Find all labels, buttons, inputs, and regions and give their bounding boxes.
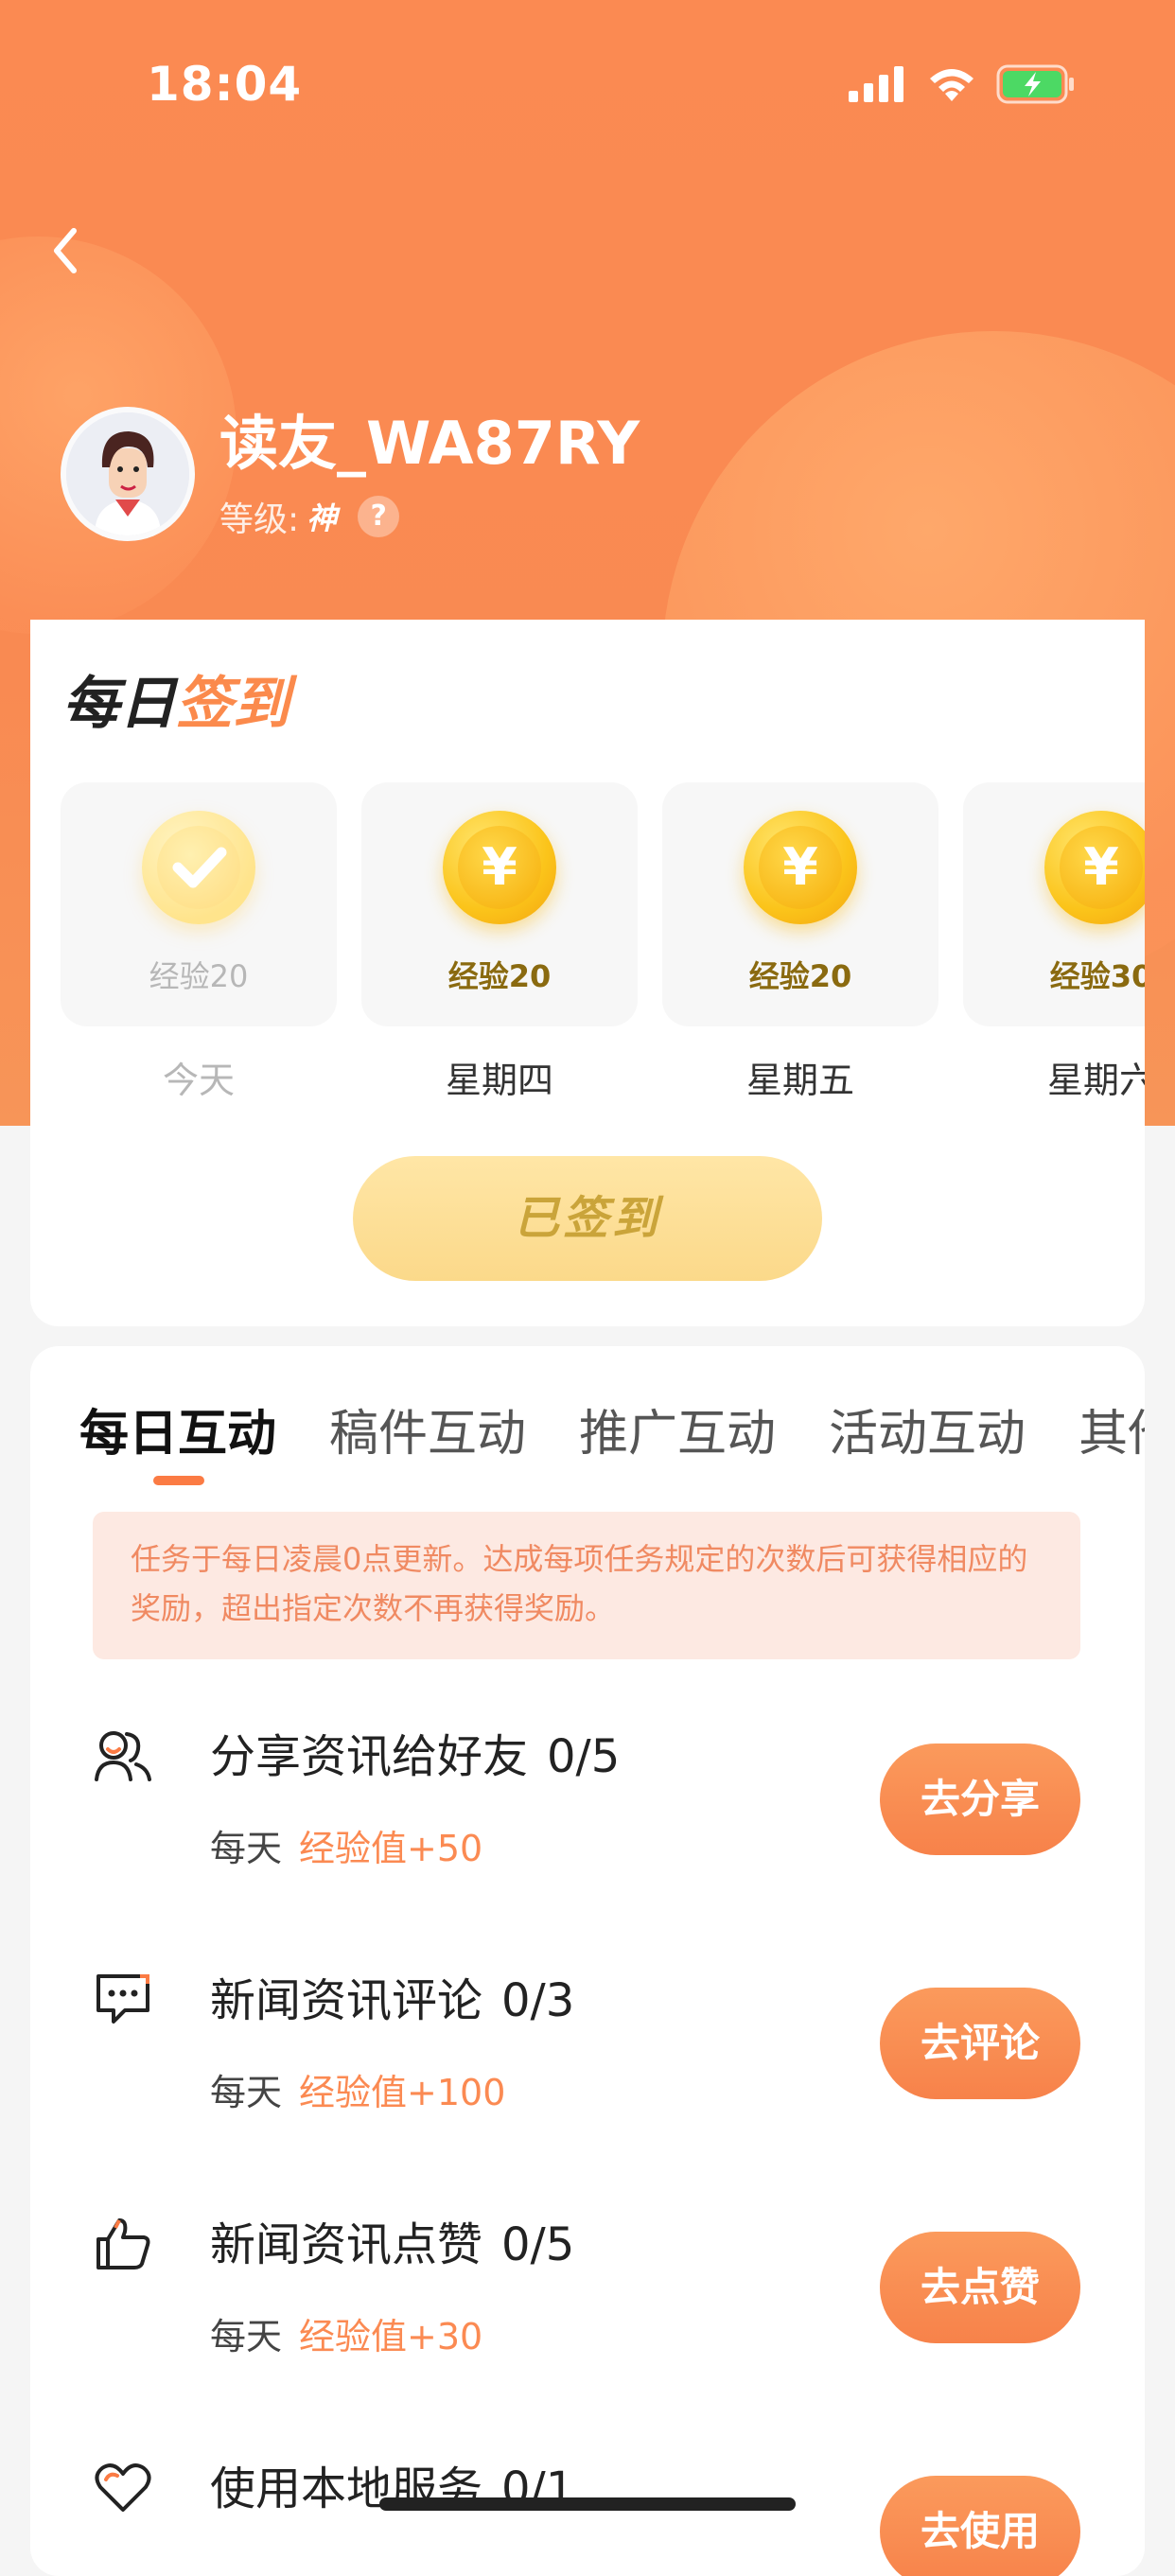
signin-day[interactable]: ¥ 经验20 星期五 <box>662 782 938 1103</box>
task-reward: 经验值+30 <box>299 2316 483 2357</box>
level-value: 神 <box>307 500 338 536</box>
signin-day-exp: 经验20 <box>447 958 552 994</box>
signin-day-label: 今天 <box>162 1060 235 1101</box>
signin-title: 每日签到 <box>62 657 289 740</box>
task-notice: 任务于每日凌晨0点更新。达成每项任务规定的次数后可获得相应的奖励，超出指定次数不… <box>93 1512 1080 1659</box>
tab-article-interaction[interactable]: 稿件互动 <box>329 1393 526 1464</box>
task-tabs: 每日互动 稿件互动 推广互动 活动互动 其他 <box>79 1393 1145 1464</box>
status-bar: 18:04 <box>0 47 1175 123</box>
battery-icon <box>996 64 1074 104</box>
active-tab-indicator <box>153 1476 204 1485</box>
help-icon[interactable]: ? <box>358 496 400 537</box>
signin-day-label: 星期五 <box>745 1060 854 1101</box>
signin-day[interactable]: 经验20 今天 <box>61 782 337 1103</box>
task-title: 分享资讯给好友 <box>210 1730 529 1783</box>
task-count: 0/5 <box>547 1730 621 1783</box>
avatar[interactable] <box>61 407 195 541</box>
task-reward: 经验值+100 <box>299 2072 506 2113</box>
task-period: 每天 <box>210 2316 283 2357</box>
signin-day-box: ¥ 经验20 <box>361 782 638 1026</box>
level-label: 等级: <box>219 500 300 539</box>
status-time: 18:04 <box>147 57 303 112</box>
signin-day-label: 星期六 <box>1046 1060 1145 1101</box>
tab-daily-interaction[interactable]: 每日互动 <box>79 1393 276 1464</box>
checked-coin-icon <box>142 811 255 924</box>
yen-coin-icon: ¥ <box>1044 811 1145 924</box>
comment-button[interactable]: 去评论 <box>880 1988 1080 2099</box>
signin-day[interactable]: ¥ 经验20 星期四 <box>361 782 638 1103</box>
signin-day-exp: 经验20 <box>149 958 249 994</box>
task-reward: 经验值+50 <box>299 1828 483 1869</box>
back-arrow-icon[interactable] <box>38 218 95 284</box>
username: 读友_WA87RY <box>219 409 640 478</box>
task-item: 分享资讯给好友 0/5 每天 经验值+50 去分享 <box>93 1725 1080 1914</box>
daily-signin-card: 每日签到 经验20 今天 ¥ 经验20 星期四 ¥ 经验20 星期五 ¥ 经验3… <box>30 620 1145 1326</box>
signin-day-box: ¥ 经验20 <box>662 782 938 1026</box>
signin-day-exp: 经验20 <box>748 958 852 994</box>
signin-day-exp: 经验30 <box>1049 958 1145 994</box>
signal-icon <box>849 66 903 102</box>
wifi-icon <box>930 69 973 101</box>
task-period: 每天 <box>210 1828 283 1869</box>
signin-title-part2: 签到 <box>176 671 289 737</box>
task-count: 0/5 <box>501 2218 575 2271</box>
tab-promotion-interaction[interactable]: 推广互动 <box>579 1393 776 1464</box>
yen-coin-icon: ¥ <box>443 811 556 924</box>
task-item: 新闻资讯点赞 0/5 每天 经验值+30 去点赞 <box>93 2213 1080 2402</box>
share-button[interactable]: 去分享 <box>880 1744 1080 1855</box>
task-item: 新闻资讯评论 0/3 每天 经验值+100 去评论 <box>93 1969 1080 2158</box>
task-title: 新闻资讯点赞 <box>210 2218 483 2271</box>
like-button[interactable]: 去点赞 <box>880 2232 1080 2343</box>
yen-coin-icon: ¥ <box>744 811 857 924</box>
signin-day-box: ¥ 经验30 <box>963 782 1145 1026</box>
task-item: 使用本地服务 0/1 去使用 <box>93 2457 1080 2576</box>
task-title: 新闻资讯评论 <box>210 1974 483 2027</box>
avatar-illustration-icon <box>66 412 189 535</box>
task-period: 每天 <box>210 2072 283 2113</box>
share-friends-icon <box>95 1731 151 1781</box>
signin-day-label: 星期四 <box>445 1060 553 1101</box>
tab-other[interactable]: 其他 <box>1079 1393 1145 1464</box>
signin-days: 经验20 今天 ¥ 经验20 星期四 ¥ 经验20 星期五 ¥ 经验30 星期六 <box>61 782 1145 1103</box>
tab-event-interaction[interactable]: 活动互动 <box>829 1393 1026 1464</box>
thumbs-up-icon <box>96 2218 150 2269</box>
comment-icon <box>96 1974 149 2024</box>
home-indicator[interactable] <box>379 2497 796 2511</box>
signin-title-part1: 每日 <box>62 671 176 737</box>
signin-day[interactable]: ¥ 经验30 星期六 <box>963 782 1145 1103</box>
task-count: 0/3 <box>501 1974 575 2027</box>
heart-icon <box>95 2463 151 2512</box>
signin-day-box: 经验20 <box>61 782 337 1026</box>
task-card: 每日互动 稿件互动 推广互动 活动互动 其他 任务于每日凌晨0点更新。达成每项任… <box>30 1346 1145 2576</box>
signed-in-button[interactable]: 已签到 <box>353 1156 822 1281</box>
use-button[interactable]: 去使用 <box>880 2476 1080 2576</box>
level-row: 等级: 神 ? <box>219 492 400 541</box>
